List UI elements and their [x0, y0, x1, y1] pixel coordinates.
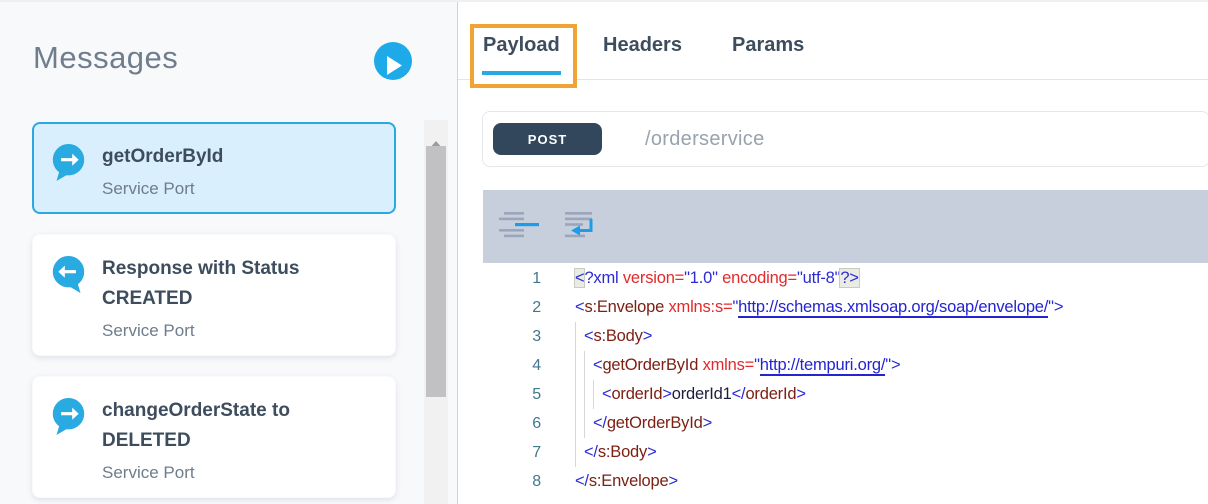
code-line-content: <?xml version="1.0" encoding="utf-8"?>	[575, 264, 859, 293]
message-subtitle: Service Port	[102, 460, 348, 485]
request-bar[interactable]: POST /orderservice	[482, 111, 1208, 167]
run-button[interactable]	[374, 42, 412, 80]
scroll-up-button[interactable]	[424, 120, 448, 146]
message-title: getOrderById	[102, 142, 348, 172]
page-title: Messages	[33, 40, 178, 76]
code-line-content: <s:Body>	[575, 322, 652, 351]
message-text: changeOrderState to DELETED Service Port	[102, 396, 348, 485]
line-number: 6	[483, 409, 541, 438]
code-line: 5 <orderId>orderId1</orderId>	[483, 380, 1208, 409]
line-number: 5	[483, 380, 541, 409]
payload-code-editor[interactable]: 1<?xml version="1.0" encoding="utf-8"?>2…	[483, 263, 1208, 504]
message-item-changeorderstate[interactable]: changeOrderState to DELETED Service Port	[32, 376, 396, 498]
code-line-content: </getOrderById>	[575, 409, 712, 438]
request-path: /orderservice	[645, 128, 765, 151]
indent-guide	[584, 351, 593, 380]
code-line: 6 </getOrderById>	[483, 409, 1208, 438]
indent-guide	[593, 380, 602, 409]
top-border	[0, 0, 1208, 2]
sidebar-scrollbar[interactable]	[424, 120, 448, 504]
chat-bubble-arrow-right-icon	[50, 142, 87, 187]
format-button[interactable]	[499, 212, 539, 241]
method-badge: POST	[493, 123, 602, 155]
indent-guide	[575, 380, 584, 409]
indent-guide	[575, 351, 584, 380]
message-text: getOrderById Service Port	[102, 142, 348, 201]
code-line-content: <getOrderById xmlns="http://tempuri.org/…	[575, 351, 900, 380]
play-icon	[374, 56, 412, 75]
code-line-content: </s:Envelope>	[575, 467, 678, 496]
message-item-response-created[interactable]: Response with Status CREATED Service Por…	[32, 234, 396, 356]
message-subtitle: Service Port	[102, 176, 348, 201]
message-title: Response with Status CREATED	[102, 254, 348, 314]
code-line-content: </s:Body>	[575, 438, 657, 467]
indent-guide	[575, 409, 584, 438]
indent-guide	[584, 409, 593, 438]
format-icon	[499, 226, 539, 241]
line-number: 7	[483, 438, 541, 467]
code-line: 8 </s:Envelope>	[483, 467, 1208, 496]
message-item-getorderbyid[interactable]: getOrderById Service Port	[32, 122, 396, 214]
code-line: 4 <getOrderById xmlns="http://tempuri.org…	[483, 351, 1208, 380]
messages-sidebar: Messages getOrderById Service Port	[0, 0, 458, 504]
active-tab-underline	[482, 71, 561, 75]
tab-params[interactable]: Params	[732, 34, 804, 57]
indent-guide	[575, 438, 584, 467]
line-number: 4	[483, 351, 541, 380]
message-list: getOrderById Service Port Response with …	[32, 122, 396, 498]
request-detail-panel: Payload Headers Params POST /orderservic…	[458, 0, 1208, 504]
word-wrap-icon	[565, 226, 595, 241]
scrollbar-thumb[interactable]	[426, 146, 446, 397]
tab-payload[interactable]: Payload	[483, 34, 560, 57]
word-wrap-button[interactable]	[565, 212, 595, 241]
message-title: changeOrderState to DELETED	[102, 396, 348, 456]
editor-toolbar	[483, 190, 1208, 263]
code-line-content: <s:Envelope xmlns:s="http://schemas.xmls…	[575, 293, 1063, 322]
message-text: Response with Status CREATED Service Por…	[102, 254, 348, 343]
code-line: 7 </s:Body>	[483, 438, 1208, 467]
chat-bubble-arrow-left-icon	[50, 254, 87, 299]
code-line: 1 <?xml version="1.0" encoding="utf-8"?>	[483, 264, 1208, 293]
indent-guide	[575, 322, 584, 351]
line-number: 3	[483, 322, 541, 351]
message-subtitle: Service Port	[102, 318, 348, 343]
line-number: 8	[483, 467, 541, 496]
line-number: 2	[483, 293, 541, 322]
code-lines: 1<?xml version="1.0" encoding="utf-8"?>2…	[483, 264, 1208, 496]
code-line: 2 <s:Envelope xmlns:s="http://schemas.xml…	[483, 293, 1208, 322]
code-line: 3 <s:Body>	[483, 322, 1208, 351]
chat-bubble-arrow-right-icon	[50, 396, 87, 441]
line-number: 1	[483, 264, 541, 293]
indent-guide	[584, 380, 593, 409]
code-line-content: <orderId>orderId1</orderId>	[575, 380, 806, 409]
tab-headers[interactable]: Headers	[603, 34, 682, 57]
